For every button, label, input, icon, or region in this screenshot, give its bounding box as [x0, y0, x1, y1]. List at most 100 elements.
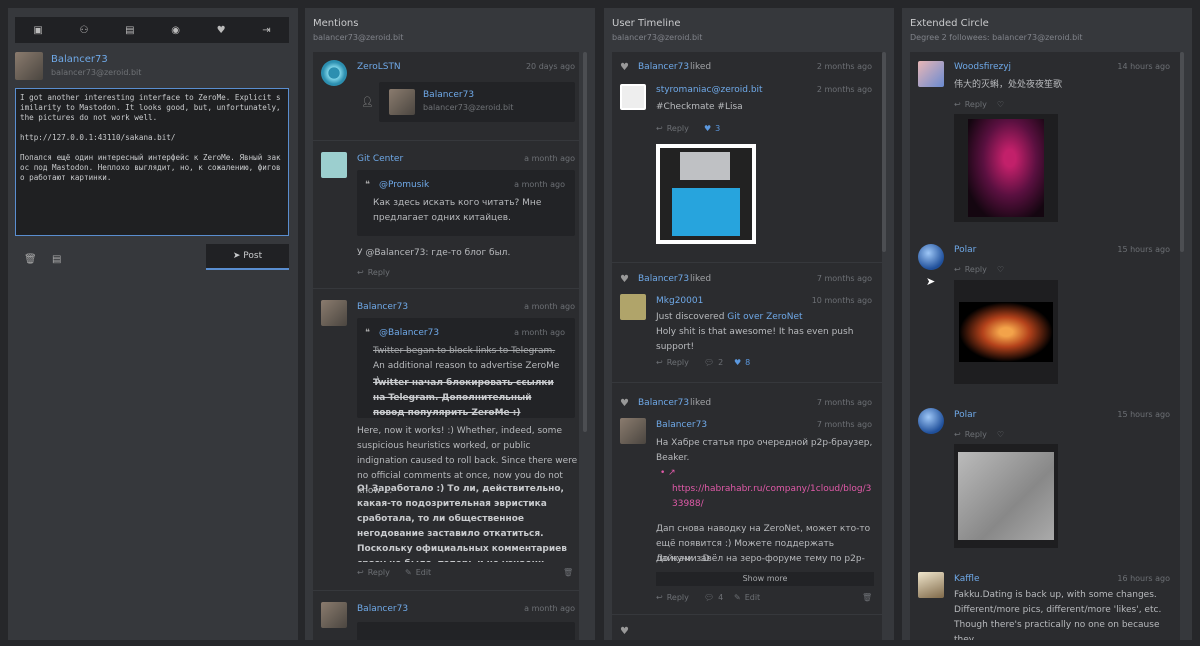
delete-icon[interactable]: 🗑︎ — [862, 593, 872, 602]
quote-time: a month ago — [514, 328, 565, 337]
divider — [313, 140, 579, 141]
avatar[interactable] — [620, 294, 646, 320]
reply-icon: ↩ — [357, 568, 364, 577]
divider — [612, 262, 882, 263]
heart-icon[interactable]: ♡ — [997, 100, 1004, 109]
avatar[interactable] — [918, 572, 944, 598]
heart-icon: ♥ — [620, 62, 629, 73]
author-name[interactable]: Balancer73 — [357, 604, 408, 614]
like-time: 7 months ago — [816, 398, 872, 407]
heart-icon[interactable]: ♡ — [997, 430, 1004, 439]
author-name[interactable]: Kaffle — [954, 574, 980, 584]
edit-button[interactable]: ✎ Edit — [405, 568, 435, 577]
author-name[interactable]: Woodsfirezyj — [954, 62, 1011, 72]
author-name[interactable]: Polar — [954, 245, 976, 255]
reply-button[interactable]: ↩ Reply — [656, 593, 693, 602]
like-button[interactable]: ♥ 3 — [704, 124, 724, 133]
liker-name[interactable]: Balancer73 — [638, 62, 689, 72]
liked-label: liked — [690, 398, 712, 408]
post-image[interactable] — [954, 114, 1058, 222]
author-name[interactable]: ZeroLSTN — [357, 62, 401, 72]
reply-button[interactable]: ↩ Reply ♡ — [954, 100, 1008, 109]
liked-label: liked — [690, 274, 712, 284]
quote-icon: ❝ — [365, 180, 370, 190]
reply-button[interactable]: ↩ Reply — [357, 268, 394, 277]
trash-icon[interactable]: 🗑︎ — [24, 254, 37, 265]
quote-name[interactable]: @Balancer73 — [379, 328, 439, 338]
delete-icon[interactable]: 🗑︎ — [563, 568, 573, 577]
avatar[interactable] — [321, 152, 347, 178]
reply-button[interactable]: ↩ Reply — [656, 358, 693, 367]
avatar[interactable] — [620, 418, 646, 444]
heart-icon[interactable]: ♥ — [217, 25, 226, 36]
post-link[interactable]: Git over ZeroNet — [727, 312, 802, 322]
post-textarea[interactable]: I got another interesting interface to Z… — [15, 88, 289, 236]
comment-count[interactable]: 💬︎ 2 — [704, 358, 727, 367]
post-image[interactable] — [656, 144, 756, 244]
comment-count[interactable]: 💬︎ 4 — [704, 593, 727, 602]
logout-icon[interactable]: ⇥ — [262, 25, 270, 36]
avatar[interactable] — [321, 602, 347, 628]
scrollbar[interactable] — [583, 52, 587, 432]
post-image[interactable] — [954, 444, 1058, 548]
quoted-comment: ❝ @Balancer73 a month ago Twitter began … — [357, 318, 575, 418]
circle-feed[interactable]: Woodsfirezyj 14 hours ago 伟大的灭蝌，处处夜夜笙歌 ↩… — [910, 52, 1180, 640]
reply-button[interactable]: ↩ Reply — [357, 568, 394, 577]
timeline-feed[interactable]: ♥ Balancer73 liked 2 months ago styroman… — [612, 52, 882, 640]
post-time: a month ago — [524, 302, 575, 311]
author-name[interactable]: styromaniac@zeroid.bit — [656, 85, 763, 95]
avatar[interactable] — [15, 52, 43, 80]
globe-icon[interactable]: ◉ — [171, 25, 180, 36]
avatar[interactable] — [918, 244, 944, 270]
post-button[interactable]: ➤ Post — [206, 244, 289, 270]
attach-image-icon[interactable]: ▤ — [52, 254, 61, 265]
user-card-icon[interactable]: ▣ — [33, 25, 42, 36]
author-name[interactable]: Git Center — [357, 154, 403, 164]
timeline-title: User Timeline — [612, 18, 681, 29]
reply-icon: ↩ — [656, 593, 663, 602]
author-name[interactable]: Mkg20001 — [656, 296, 703, 306]
avatar[interactable] — [918, 61, 944, 87]
like-time: 7 months ago — [816, 274, 872, 283]
like-button[interactable]: ♥ 8 — [734, 358, 754, 367]
divider — [612, 382, 882, 383]
avatar[interactable] — [918, 408, 944, 434]
scrollbar[interactable] — [882, 52, 886, 252]
author-name[interactable]: Polar — [954, 410, 976, 420]
heart-icon[interactable]: ♡ — [997, 265, 1004, 274]
quote-name[interactable]: @Promusik — [379, 180, 429, 190]
mentions-feed[interactable]: ZeroLSTN 20 days ago 👤︎ Balancer73 balan… — [313, 52, 579, 640]
post-time: 16 hours ago — [1117, 574, 1170, 583]
avatar[interactable] — [321, 300, 347, 326]
scrollbar[interactable] — [1180, 52, 1184, 252]
comment-icon: 💬︎ — [704, 593, 715, 602]
edit-button[interactable]: ✎ Edit — [734, 593, 764, 602]
users-icon[interactable]: ⚇ — [79, 25, 88, 36]
reply-button[interactable]: ↩ Reply ♡ — [954, 430, 1008, 439]
post-body: У @Balancer73: где-то блог был. — [357, 248, 511, 258]
liker-name[interactable]: Balancer73 — [638, 398, 689, 408]
post-time: a month ago — [524, 154, 575, 163]
profile-name[interactable]: Balancer73 — [51, 54, 108, 65]
quote-text-ru: Twitter начал блокировать ссылки на Tele… — [373, 378, 554, 418]
circle-title: Extended Circle — [910, 18, 989, 29]
avatar[interactable] — [321, 60, 347, 86]
quoted-comment: ❝ @Promusik a month ago Как здесь искать… — [357, 170, 575, 236]
liker-name[interactable]: Balancer73 — [638, 274, 689, 284]
follow-card[interactable]: Balancer73 balancer73@zeroid.bit — [379, 82, 575, 122]
post-url[interactable]: https://habrahabr.ru/company/1cloud/blog… — [672, 482, 876, 512]
author-name[interactable]: Balancer73 — [357, 302, 408, 312]
heart-icon: ♥ — [620, 398, 629, 409]
image-icon[interactable]: ▤ — [125, 25, 134, 36]
author-name[interactable]: Balancer73 — [656, 420, 707, 430]
post-image[interactable] — [954, 280, 1058, 384]
mentions-sub: balancer73@zeroid.bit — [313, 33, 404, 42]
follow-name[interactable]: Balancer73 — [423, 90, 474, 100]
post-body: 伟大的灭蝌，处处夜夜笙歌 — [954, 80, 1063, 90]
reply-button[interactable]: ↩ Reply ♡ — [954, 265, 1008, 274]
composer-panel: ▣ ⚇ ▤ ◉ ♥ ⇥ Balancer73 balancer73@zeroid… — [8, 8, 298, 640]
show-more-button[interactable]: Show more — [656, 572, 874, 586]
post-time: 20 days ago — [525, 62, 575, 71]
avatar[interactable] — [620, 84, 646, 110]
reply-button[interactable]: ↩ Reply — [656, 124, 693, 133]
